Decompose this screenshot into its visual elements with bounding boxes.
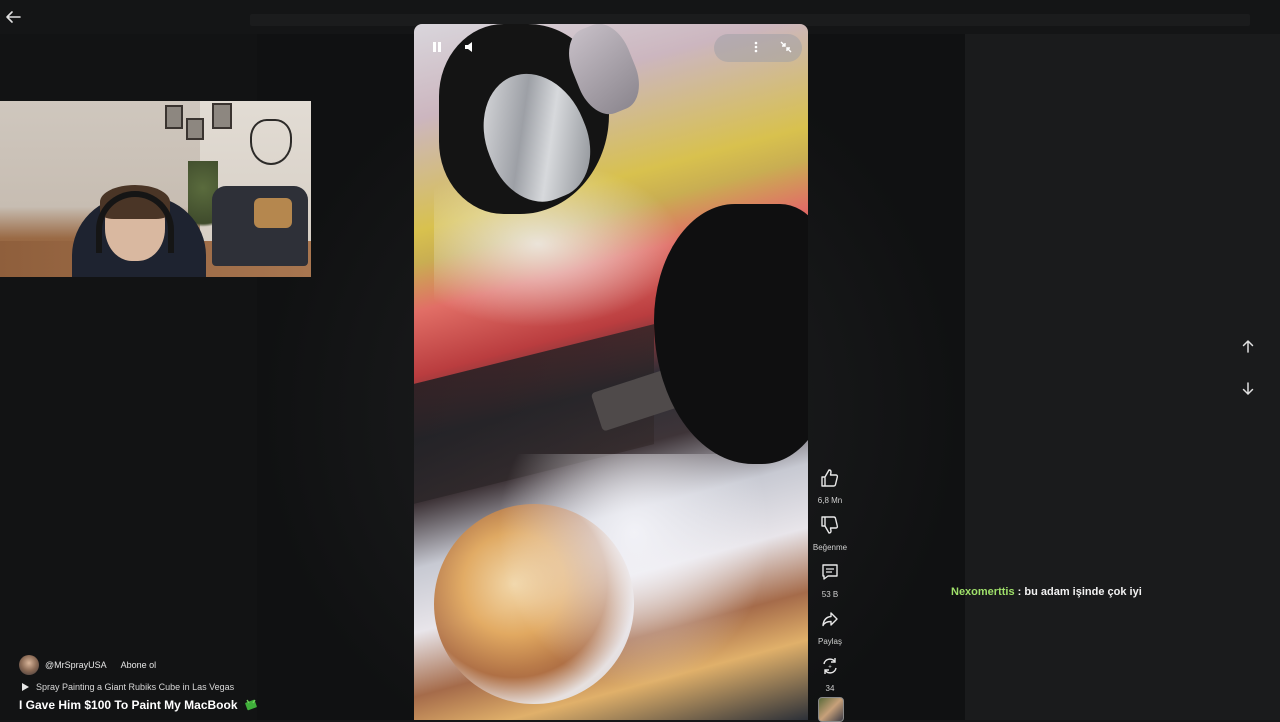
webcam-picture-frame [186,118,204,140]
dislike-label: Beğenme [812,543,848,552]
streamer-webcam [0,101,311,277]
webcam-picture-frame [165,105,183,129]
remix-count: 34 [825,684,835,693]
arrow-up-icon[interactable] [1240,338,1256,354]
chat-message: Nexomerttis : bu adam işinde çok iyi [951,586,1142,598]
share-icon [822,612,838,627]
webcam-tiger-decor [250,119,292,165]
creator-thumbnail[interactable] [818,697,844,722]
comment-count: 53 B [821,590,839,599]
arrow-left-icon[interactable] [4,8,22,26]
video-spray-cloud [474,454,794,714]
like-count: 6,8 Mn [817,496,843,505]
channel-row: @MrSprayUSA Abone ol [19,655,156,675]
chat-text: bu adam işinde çok iyi [1024,586,1142,598]
pause-icon[interactable] [426,36,448,58]
share-button[interactable]: Paylaş [812,607,848,646]
comment-icon [822,564,838,580]
volume-icon[interactable] [459,36,481,58]
dislike-button[interactable]: Beğenme [812,513,848,552]
thumbs-down-icon [821,516,839,534]
arrow-down-icon[interactable] [1240,381,1256,397]
more-vertical-icon[interactable] [745,36,767,58]
short-title: I Gave Him $100 To Paint My MacBook [19,698,258,712]
short-video-player[interactable] [414,24,808,720]
like-button[interactable]: 6,8 Mn [812,466,848,505]
chat-username: Nexomerttis [951,586,1015,598]
share-label: Paylaş [817,637,842,646]
webcam-picture-frame [212,103,232,129]
short-title-text: I Gave Him $100 To Paint My MacBook [19,698,238,712]
video-gloved-hand [654,204,808,464]
related-video-link[interactable]: Spray Painting a Giant Rubiks Cube in La… [20,682,234,692]
channel-handle[interactable]: @MrSprayUSA [45,660,107,670]
comments-button[interactable]: 53 B [812,560,848,599]
remix-button[interactable]: + 34 [812,654,848,693]
money-emoji-icon [244,699,257,711]
right-panel [965,34,1280,720]
channel-avatar[interactable] [19,655,39,675]
webcam-pillow [254,198,292,228]
related-video-title: Spray Painting a Giant Rubiks Cube in La… [36,682,235,692]
thumbs-up-icon [821,469,839,487]
remix-icon: + [823,658,837,674]
subscribe-button[interactable]: Abone ol [121,660,157,670]
play-icon [22,683,29,691]
svg-text:+: + [828,665,832,671]
chat-separator: : [1017,586,1022,598]
collapse-icon[interactable] [775,36,797,58]
